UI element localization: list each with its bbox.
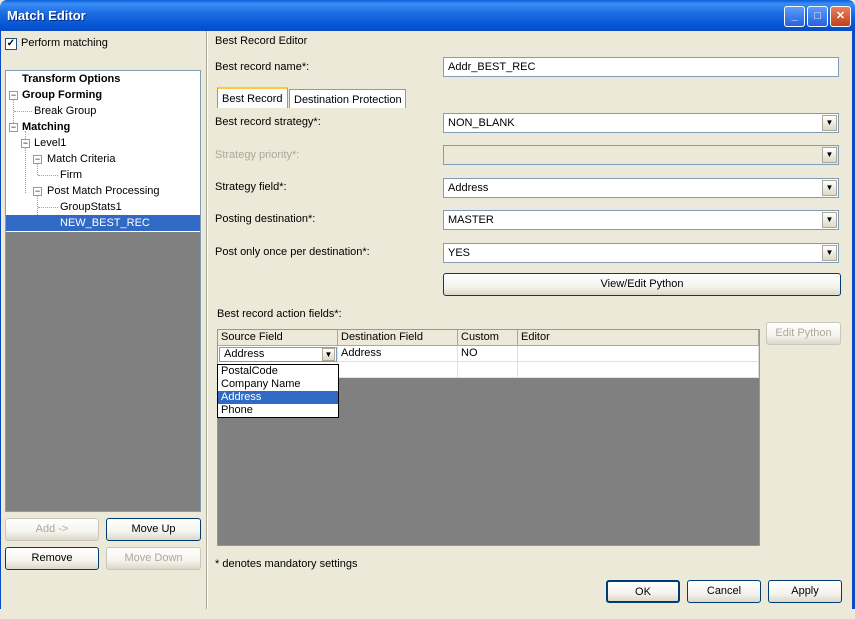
tab-destination-protection[interactable]: Destination Protection xyxy=(289,89,406,108)
tree-item-groupstats1[interactable]: GroupStats1 xyxy=(60,199,122,215)
tree-line xyxy=(38,175,58,176)
add-button[interactable]: Add -> xyxy=(5,518,99,541)
column-header-destination-field[interactable]: Destination Field xyxy=(338,330,458,346)
column-header-editor[interactable]: Editor xyxy=(518,330,759,346)
tree-line xyxy=(14,111,32,112)
table-row-custom-cell[interactable]: NO xyxy=(458,346,518,362)
tree-item-break-group[interactable]: Break Group xyxy=(34,103,96,119)
action-fields-grid[interactable]: Source Field Destination Field Custom Ed… xyxy=(217,329,760,546)
panel-divider[interactable] xyxy=(206,31,208,609)
cancel-button[interactable]: Cancel xyxy=(687,580,761,603)
chevron-down-icon[interactable]: ▼ xyxy=(322,348,335,361)
transform-tree[interactable]: Transform Options − Group Forming Break … xyxy=(5,70,201,512)
posting-destination-label: Posting destination*: xyxy=(215,213,316,225)
tree-line xyxy=(38,207,58,208)
table-row-editor-cell[interactable] xyxy=(518,346,759,362)
column-header-custom[interactable]: Custom xyxy=(458,330,518,346)
strategy-field-label: Strategy field*: xyxy=(215,181,287,193)
perform-matching-label: Perform matching xyxy=(21,37,108,49)
tree-item-post-match-processing[interactable]: Post Match Processing xyxy=(47,183,160,199)
tree-item-new-best-rec[interactable]: NEW_BEST_REC xyxy=(6,215,200,231)
tree-item-matching[interactable]: Matching xyxy=(22,119,70,135)
dropdown-option-phone[interactable]: Phone xyxy=(218,404,338,417)
collapse-icon[interactable]: − xyxy=(33,187,42,196)
best-record-name-label: Best record name*: xyxy=(215,61,310,73)
chevron-down-icon[interactable]: ▼ xyxy=(822,180,837,196)
mandatory-note: * denotes mandatory settings xyxy=(215,558,358,570)
priority-label: Strategy priority*: xyxy=(215,149,300,161)
table-row-empty[interactable] xyxy=(338,362,458,378)
tree-item-group-forming[interactable]: Group Forming xyxy=(22,87,102,103)
chevron-down-icon[interactable]: ▼ xyxy=(822,147,837,163)
ok-button[interactable]: OK xyxy=(606,580,680,603)
close-icon: ✕ xyxy=(835,10,846,22)
maximize-icon: □ xyxy=(814,10,821,22)
priority-select[interactable]: ▼ xyxy=(443,145,839,165)
title-bar: Match Editor _ □ ✕ xyxy=(0,0,855,31)
strategy-label: Best record strategy*: xyxy=(215,116,321,128)
table-row-empty[interactable] xyxy=(458,362,518,378)
chevron-down-icon[interactable]: ▼ xyxy=(822,212,837,228)
post-once-value: YES xyxy=(448,247,471,259)
posting-destination-value: MASTER xyxy=(448,214,494,226)
strategy-select[interactable]: NON_BLANK ▼ xyxy=(443,113,839,133)
move-up-button[interactable]: Move Up xyxy=(106,518,201,541)
collapse-icon[interactable]: − xyxy=(9,91,18,100)
chevron-down-icon[interactable]: ▼ xyxy=(822,245,837,261)
collapse-icon[interactable]: − xyxy=(21,139,30,148)
section-title: Best Record Editor xyxy=(215,35,308,47)
post-once-label: Post only once per destination*: xyxy=(215,246,370,258)
source-field-select[interactable]: Address ▼ xyxy=(219,347,337,362)
best-record-name-input[interactable]: Addr_BEST_REC xyxy=(443,57,839,77)
window-title: Match Editor xyxy=(7,8,86,23)
tree-item-level1[interactable]: Level1 xyxy=(34,135,66,151)
tree-item-firm[interactable]: Firm xyxy=(60,167,82,183)
dropdown-option-company-name[interactable]: Company Name xyxy=(218,378,338,391)
table-row-empty[interactable] xyxy=(518,362,759,378)
source-field-dropdown-list[interactable]: PostalCode Company Name Address Phone xyxy=(217,364,339,418)
maximize-button[interactable]: □ xyxy=(807,6,828,27)
close-button[interactable]: ✕ xyxy=(830,6,851,27)
source-field-value: Address xyxy=(224,348,265,360)
tab-best-record[interactable]: Best Record xyxy=(217,87,288,108)
minimize-button[interactable]: _ xyxy=(784,6,805,27)
strategy-field-value: Address xyxy=(448,182,489,194)
tree-item-transform-options[interactable]: Transform Options xyxy=(22,71,120,87)
table-row-destination-cell[interactable]: Address xyxy=(338,346,458,362)
checkmark-icon: ✓ xyxy=(6,38,16,49)
strategy-value: NON_BLANK xyxy=(448,117,515,129)
perform-matching-checkbox[interactable]: ✓ xyxy=(5,38,17,50)
collapse-icon[interactable]: − xyxy=(9,123,18,132)
minimize-icon: _ xyxy=(791,10,798,22)
tree-line xyxy=(37,163,38,175)
table-row-source-cell[interactable]: Address ▼ xyxy=(218,346,338,362)
dropdown-option-postalcode[interactable]: PostalCode xyxy=(218,365,338,378)
strategy-field-select[interactable]: Address ▼ xyxy=(443,178,839,198)
edit-python-button[interactable]: Edit Python xyxy=(766,322,841,345)
post-once-select[interactable]: YES ▼ xyxy=(443,243,839,263)
column-header-source-field[interactable]: Source Field xyxy=(218,330,338,346)
apply-button[interactable]: Apply xyxy=(768,580,842,603)
move-down-button[interactable]: Move Down xyxy=(106,547,201,570)
remove-button[interactable]: Remove xyxy=(5,547,99,570)
view-edit-python-button[interactable]: View/Edit Python xyxy=(443,273,841,296)
posting-destination-select[interactable]: MASTER ▼ xyxy=(443,210,839,230)
chevron-down-icon[interactable]: ▼ xyxy=(822,115,837,131)
tree-item-match-criteria[interactable]: Match Criteria xyxy=(47,151,115,167)
action-fields-label: Best record action fields*: xyxy=(217,308,342,320)
collapse-icon[interactable]: − xyxy=(33,155,42,164)
dropdown-option-address[interactable]: Address xyxy=(218,391,338,404)
